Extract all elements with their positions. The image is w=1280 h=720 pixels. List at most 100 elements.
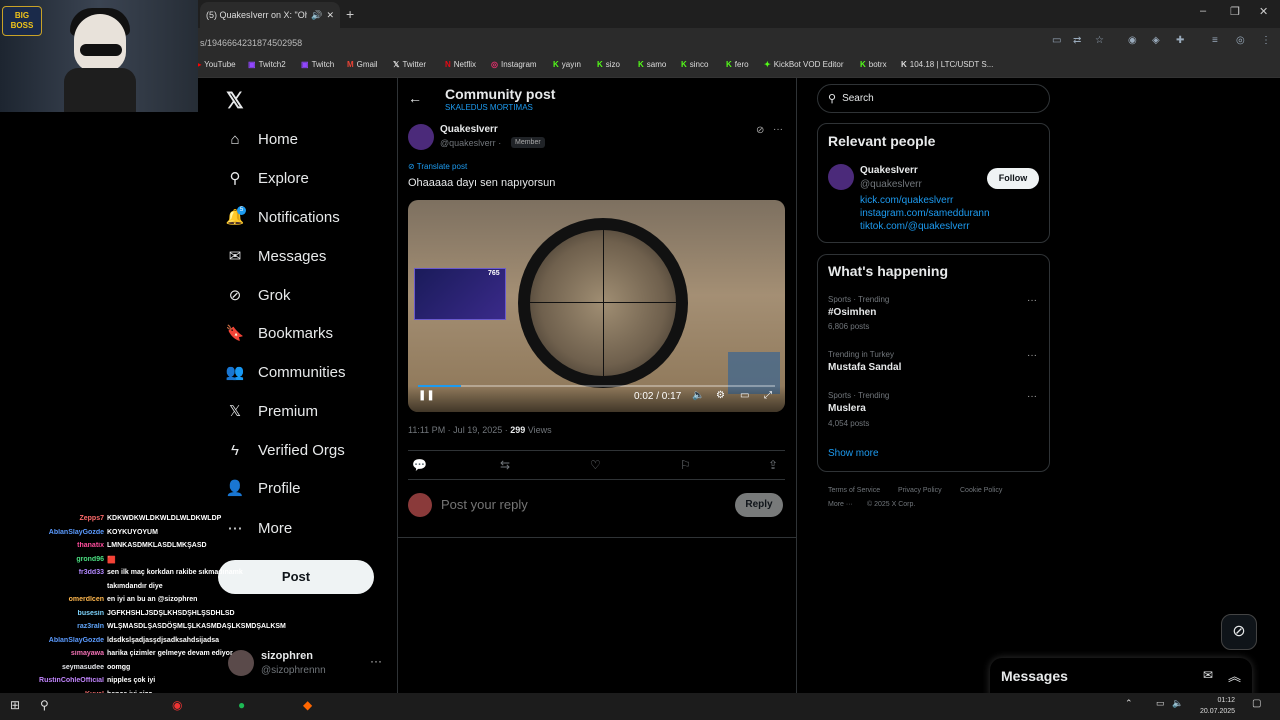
chat-username[interactable]: grond96 bbox=[0, 556, 104, 564]
back-arrow-icon[interactable]: ← bbox=[408, 90, 422, 106]
menu-icon[interactable]: ⋮ bbox=[1261, 35, 1271, 46]
chat-username[interactable]: AblanSlayGozde bbox=[0, 637, 104, 644]
nav-verified-orgs[interactable]: ϟ Verified Orgs bbox=[226, 437, 345, 463]
cast-icon[interactable]: ▭ bbox=[1052, 35, 1061, 46]
relevant-avatar[interactable] bbox=[828, 164, 854, 190]
bookmark-ltc[interactable]: K 104.18 | LTC/USDT S... bbox=[901, 60, 993, 69]
pip-icon[interactable]: ▭ bbox=[740, 390, 749, 401]
chat-username[interactable]: busesin bbox=[0, 610, 104, 617]
trend-more-icon[interactable]: ··· bbox=[1027, 350, 1037, 361]
trend-name[interactable]: #Osimhen bbox=[828, 307, 876, 318]
bookmark-sizo[interactable]: Ksizo bbox=[597, 60, 620, 69]
bookmark-netflix[interactable]: N Netflix bbox=[445, 60, 476, 69]
expand-up-icon[interactable]: ︽ bbox=[1228, 666, 1241, 685]
video-progress-track[interactable] bbox=[418, 385, 775, 387]
settings-gear-icon[interactable]: ⚙ bbox=[716, 390, 725, 401]
extension-icon[interactable]: ◈ bbox=[1152, 35, 1160, 46]
bookmark-kickbot[interactable]: ✦ KickBot VOD Editor bbox=[764, 60, 844, 69]
translate-post-link[interactable]: ⊘ Translate post bbox=[408, 162, 467, 171]
follow-button[interactable]: Follow bbox=[987, 168, 1039, 189]
search-box[interactable]: ⚲ bbox=[817, 84, 1050, 113]
reply-icon[interactable]: 💬 bbox=[412, 458, 427, 472]
bookmark-samo[interactable]: Ksamo bbox=[638, 60, 666, 69]
footer-link[interactable]: Cookie Policy bbox=[960, 487, 1002, 494]
star-icon[interactable]: ☆ bbox=[1095, 35, 1104, 46]
share-icon[interactable]: ⇪ bbox=[768, 458, 778, 472]
network-icon[interactable]: ▭ bbox=[1156, 698, 1165, 709]
new-message-icon[interactable]: ✉ bbox=[1203, 668, 1213, 682]
translate-icon[interactable]: ⇄ bbox=[1073, 35, 1081, 46]
bio-link-instagram[interactable]: instagram.com/sameddurann bbox=[860, 208, 990, 219]
tab-search-icon[interactable]: ≡ bbox=[1212, 35, 1218, 46]
bio-link-kick[interactable]: kick.com/quakeslverr bbox=[860, 195, 953, 206]
chrome-icon[interactable]: ◉ bbox=[172, 698, 182, 712]
new-tab-button[interactable]: + bbox=[346, 6, 354, 22]
close-tab-icon[interactable]: ✕ bbox=[326, 10, 334, 21]
footer-link[interactable]: Privacy Policy bbox=[898, 487, 942, 494]
tray-chevron-icon[interactable]: ⌃ bbox=[1125, 698, 1133, 709]
bookmark-twitch[interactable]: ▣ Twitch bbox=[301, 60, 334, 69]
bookmark-twitter[interactable]: 𝕏 Twitter bbox=[393, 60, 426, 69]
chat-username[interactable]: RustinCohleOfficial bbox=[0, 677, 104, 684]
spotify-icon[interactable]: ● bbox=[238, 698, 245, 712]
search-input[interactable] bbox=[842, 93, 1033, 104]
trend-more-icon[interactable]: ··· bbox=[1027, 295, 1037, 306]
nav-profile[interactable]: 👤 Profile bbox=[226, 475, 301, 501]
bookmark-sinco[interactable]: Ksinco bbox=[681, 60, 708, 69]
nav-home[interactable]: ⌂ Home bbox=[226, 126, 298, 152]
post-author-name[interactable]: QuakesIverr bbox=[440, 124, 498, 135]
profile-icon[interactable]: ◎ bbox=[1236, 35, 1245, 46]
chat-username[interactable]: omerdlcen bbox=[0, 596, 104, 603]
chat-username[interactable]: seymasudee bbox=[0, 664, 104, 671]
bookmark-fero[interactable]: Kfero bbox=[726, 60, 749, 69]
bio-link-tiktok[interactable]: tiktok.com/@quakeslverr bbox=[860, 221, 970, 232]
bookmark-youtube[interactable]: ▶ YouTube bbox=[195, 60, 236, 69]
app-icon[interactable]: ◆ bbox=[303, 698, 312, 712]
chat-username[interactable]: simayawa bbox=[0, 650, 104, 657]
volume-icon[interactable]: 🔈 bbox=[692, 390, 704, 401]
bookmark-gmail[interactable]: M Gmail bbox=[347, 60, 378, 69]
chat-username[interactable]: raz3raln bbox=[0, 623, 104, 630]
minimize-button[interactable]: – bbox=[1200, 5, 1206, 17]
grok-icon[interactable]: ⊘ bbox=[756, 125, 764, 136]
pause-icon[interactable]: ❚❚ bbox=[418, 390, 435, 401]
audio-icon[interactable]: 🔊 bbox=[311, 10, 322, 21]
windows-start-icon[interactable]: ⊞ bbox=[10, 698, 20, 712]
volume-icon[interactable]: 🔈 bbox=[1172, 698, 1183, 709]
post-more-icon[interactable]: ··· bbox=[773, 124, 783, 135]
nav-communities[interactable]: 👥 Communities bbox=[226, 359, 346, 385]
puzzle-icon[interactable]: ✚ bbox=[1176, 35, 1184, 46]
chat-username[interactable]: Zepps7 bbox=[0, 515, 104, 522]
nav-bookmarks[interactable]: 🔖 Bookmarks bbox=[226, 320, 333, 346]
grok-float-button[interactable]: ⊘ bbox=[1221, 614, 1257, 650]
chat-username[interactable]: AblanSlayGozde bbox=[0, 529, 104, 536]
footer-more[interactable]: More ··· bbox=[828, 501, 853, 508]
bookmark-icon[interactable]: ⚐ bbox=[680, 458, 691, 472]
url-field[interactable]: s/1946664231874502958 bbox=[200, 34, 1045, 52]
restore-button[interactable]: ❐ bbox=[1230, 5, 1240, 18]
nav-messages[interactable]: ✉ Messages bbox=[226, 243, 327, 269]
bookmark-instagram[interactable]: ◎ Instagram bbox=[491, 60, 537, 69]
community-name-link[interactable]: SKALEDUS MORTIMAS bbox=[445, 103, 533, 112]
repost-icon[interactable]: ⇆ bbox=[500, 458, 510, 472]
account-more-icon[interactable]: ··· bbox=[370, 654, 382, 668]
chat-username[interactable] bbox=[0, 583, 104, 590]
nav-premium[interactable]: 𝕏 Premium bbox=[226, 398, 318, 424]
x-logo-icon[interactable]: 𝕏 bbox=[226, 88, 244, 114]
browser-tab[interactable]: (5) QuakesIverr on X: "Oha... 🔊 ✕ bbox=[200, 2, 340, 28]
post-author-avatar[interactable] bbox=[408, 124, 434, 150]
footer-link[interactable]: Terms of Service bbox=[828, 487, 880, 494]
close-window-button[interactable]: ✕ bbox=[1259, 5, 1268, 18]
chat-username[interactable]: thanatix bbox=[0, 542, 104, 549]
nav-grok[interactable]: ⊘ Grok bbox=[226, 282, 291, 308]
relevant-name[interactable]: QuakesIverr bbox=[860, 165, 918, 176]
search-icon[interactable]: ⚲ bbox=[40, 698, 49, 712]
reply-button[interactable]: Reply bbox=[735, 493, 783, 517]
bookmark-yayin[interactable]: Kyayın bbox=[553, 60, 581, 69]
trend-name[interactable]: Mustafa Sandal bbox=[828, 362, 901, 373]
like-icon[interactable]: ♡ bbox=[590, 458, 601, 472]
extension-icon[interactable]: ◉ bbox=[1128, 35, 1137, 46]
notification-center-icon[interactable]: ▢ bbox=[1252, 698, 1261, 709]
fullscreen-icon[interactable]: ⤢ bbox=[764, 390, 772, 401]
bookmark-botrx[interactable]: Kbotrx bbox=[860, 60, 887, 69]
